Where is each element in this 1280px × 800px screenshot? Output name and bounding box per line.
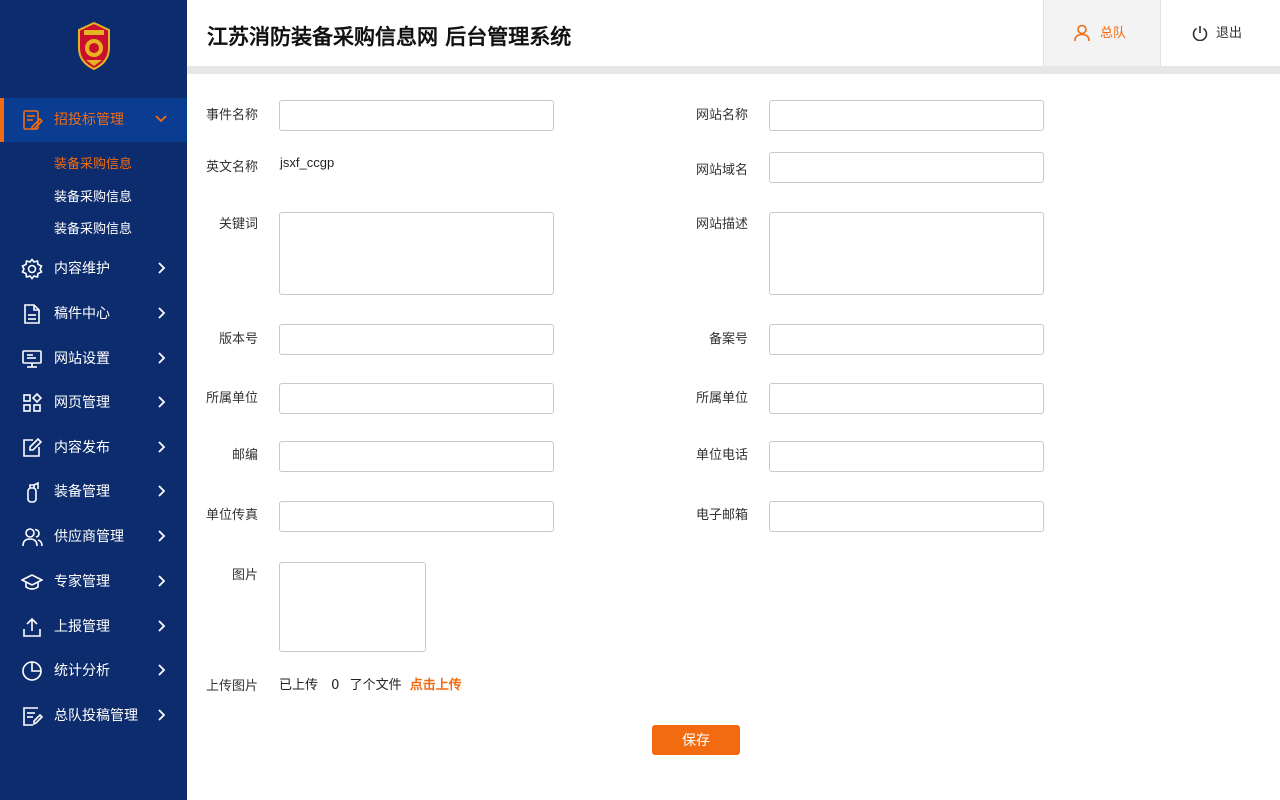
unit-input[interactable] [279, 383, 554, 414]
unit-label-right: 所属单位 [696, 391, 749, 406]
chevron-right-icon [158, 441, 166, 453]
chevron-right-icon [158, 307, 166, 319]
sidebar-item-statistics[interactable]: 统计分析 [0, 649, 187, 693]
extinguisher-icon [27, 481, 39, 503]
unit-input-right[interactable] [769, 383, 1044, 414]
sidebar-subitem-procurement-info[interactable]: 装备采购信息 [54, 190, 132, 206]
chevron-right-icon [158, 485, 166, 497]
sidebar-item-label: 招投标管理 [54, 112, 124, 128]
upload-status: 已上传 0 了个文件 点击上传 [279, 678, 468, 694]
sidebar-subitem-procurement-info[interactable]: 装备采购信息 [54, 157, 132, 173]
upload-suffix: 了个文件 [349, 678, 402, 693]
sidebar-subitem-procurement-info[interactable]: 装备采购信息 [54, 222, 132, 238]
postcode-input[interactable] [279, 441, 554, 472]
sidebar-item-content-maintenance[interactable]: 内容维护 [0, 247, 187, 291]
event-name-label: 事件名称 [206, 108, 259, 123]
save-button[interactable]: 保存 [652, 725, 740, 755]
domain-input[interactable] [769, 152, 1044, 183]
document-edit-icon [23, 110, 43, 130]
chevron-right-icon [158, 262, 166, 274]
site-name-label: 网站名称 [696, 108, 749, 123]
fax-label: 单位传真 [206, 508, 259, 523]
list-edit-icon [23, 707, 43, 726]
sidebar-item-label: 内容维护 [54, 261, 110, 277]
description-textarea[interactable] [769, 212, 1044, 295]
english-name-label: 英文名称 [206, 160, 259, 175]
phone-label: 单位电话 [696, 448, 749, 463]
sidebar-item-bidding[interactable]: 招投标管理 [0, 98, 187, 142]
sidebar-item-supplier[interactable]: 供应商管理 [0, 515, 187, 559]
keywords-label: 关键词 [219, 217, 259, 232]
header: 江苏消防装备采购信息网 后台管理系统 总队 退出 [187, 0, 1280, 66]
users-icon [22, 528, 43, 547]
sidebar-item-content-publish[interactable]: 内容发布 [0, 426, 187, 470]
sidebar-item-site-settings[interactable]: 网站设置 [0, 337, 187, 381]
pie-chart-icon [22, 661, 42, 681]
version-input[interactable] [279, 324, 554, 355]
sidebar-item-label: 供应商管理 [54, 529, 124, 545]
power-icon [1192, 26, 1208, 41]
user-label: 总队 [1100, 26, 1127, 41]
grid-icon [23, 392, 43, 412]
email-label: 电子邮箱 [696, 508, 749, 523]
chevron-right-icon [158, 620, 166, 632]
fax-input[interactable] [279, 501, 554, 532]
logout-label: 退出 [1216, 26, 1243, 41]
description-label: 网站描述 [696, 217, 749, 232]
sidebar-item-expert[interactable]: 专家管理 [0, 560, 187, 604]
monitor-icon [22, 350, 42, 368]
upload-icon [23, 617, 41, 637]
chevron-right-icon [158, 575, 166, 587]
upload-image-label: 上传图片 [206, 679, 259, 694]
sidebar-item-label: 总队投稿管理 [54, 708, 138, 724]
edit-square-icon [23, 437, 43, 457]
fire-department-emblem-logo [78, 22, 110, 70]
event-name-input[interactable] [279, 100, 554, 131]
sidebar-item-label: 内容发布 [54, 440, 110, 456]
upload-link[interactable]: 点击上传 [410, 678, 462, 693]
sidebar-item-manuscript-center[interactable]: 稿件中心 [0, 292, 187, 336]
image-preview-box[interactable] [279, 562, 426, 652]
sidebar: 招投标管理 装备采购信息 装备采购信息 装备采购信息 内容维护 稿件中心 网站设… [0, 0, 187, 800]
keywords-textarea[interactable] [279, 212, 554, 295]
domain-label: 网站域名 [696, 163, 749, 178]
unit-label: 所属单位 [206, 391, 259, 406]
chevron-right-icon [158, 664, 166, 676]
postcode-label: 邮编 [232, 448, 259, 463]
chevron-right-icon [158, 352, 166, 364]
icp-label: 备案号 [709, 332, 749, 347]
user-menu-button[interactable]: 总队 [1043, 0, 1161, 66]
chevron-right-icon [158, 709, 166, 721]
sidebar-item-label: 统计分析 [54, 663, 110, 679]
sidebar-item-label: 稿件中心 [54, 306, 110, 322]
sidebar-item-label: 装备管理 [54, 484, 110, 500]
gear-icon [21, 258, 43, 280]
email-input[interactable] [769, 501, 1044, 532]
chevron-right-icon [158, 396, 166, 408]
chevron-right-icon [158, 530, 166, 542]
phone-input[interactable] [769, 441, 1044, 472]
icp-input[interactable] [769, 324, 1044, 355]
site-name-input[interactable] [769, 100, 1044, 131]
sidebar-item-label: 网站设置 [54, 351, 110, 367]
logout-button[interactable]: 退出 [1162, 0, 1280, 66]
sidebar-item-report[interactable]: 上报管理 [0, 605, 187, 649]
sidebar-item-corps-submission[interactable]: 总队投稿管理 [0, 694, 187, 738]
header-divider [187, 66, 1280, 74]
graduation-cap-icon [21, 574, 43, 590]
upload-count: 0 [331, 678, 340, 693]
version-label: 版本号 [219, 332, 259, 347]
sidebar-item-label: 专家管理 [54, 574, 110, 590]
sidebar-item-page-management[interactable]: 网页管理 [0, 381, 187, 425]
upload-prefix: 已上传 [279, 678, 319, 693]
chevron-down-icon [155, 115, 167, 123]
user-icon [1074, 24, 1090, 42]
sidebar-item-label: 网页管理 [54, 395, 110, 411]
image-label: 图片 [232, 568, 259, 583]
app-title: 江苏消防装备采购信息网 后台管理系统 [207, 24, 572, 49]
sidebar-item-label: 上报管理 [54, 619, 110, 635]
file-icon [24, 304, 40, 324]
english-name-value: jsxf_ccgp [280, 155, 335, 170]
sidebar-item-equipment[interactable]: 装备管理 [0, 470, 187, 514]
